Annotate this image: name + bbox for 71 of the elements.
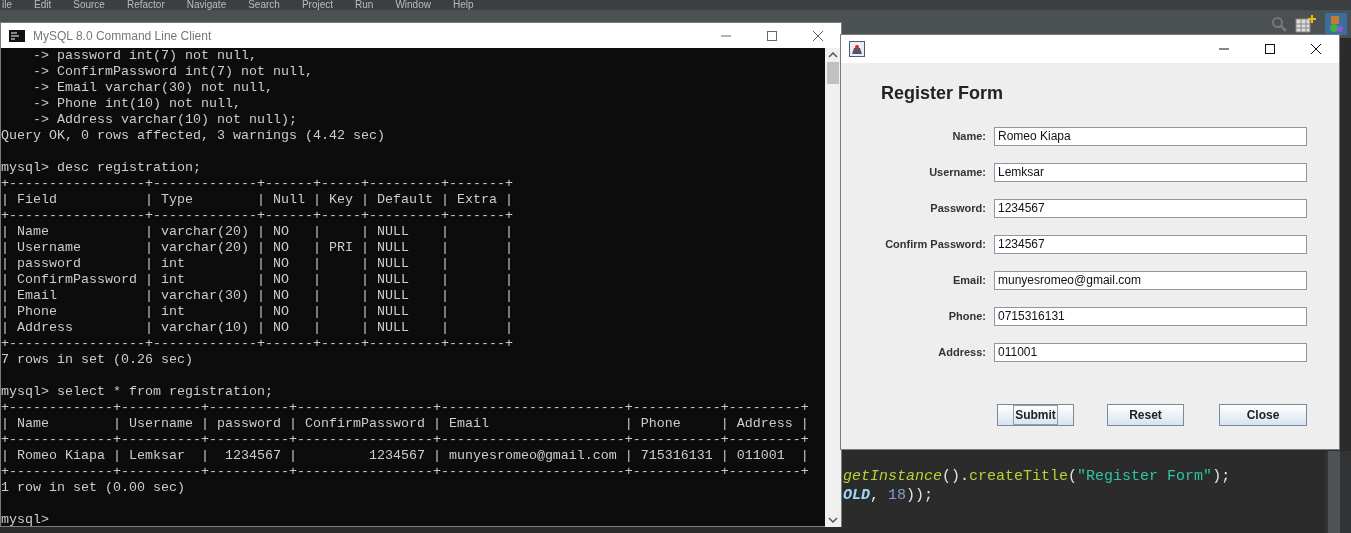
- menu-item[interactable]: Search: [248, 0, 280, 10]
- terminal-line: | password | int | NO | | NULL | |: [1, 256, 514, 272]
- terminal-line: 1 row in set (0.00 sec): [1, 480, 186, 496]
- terminal-line: 7 rows in set (0.26 sec): [1, 352, 194, 368]
- terminal-line: | Field | Type | Null | Key | Default | Extra |: [1, 192, 514, 208]
- terminal-line: -> Address varchar(10) not null);: [32, 112, 298, 128]
- text-field[interactable]: Lemksar: [994, 163, 1307, 182]
- terminal-line: -> Phone int(10) not null,: [32, 96, 242, 112]
- table-icon[interactable]: [1295, 14, 1317, 34]
- scroll-down-icon[interactable]: [828, 517, 838, 523]
- search-icon[interactable]: [1271, 16, 1287, 32]
- terminal-line: +-------------+----------+----------+-----------------+-----------------------+-----------+---------+: [1, 432, 810, 448]
- terminal-line: +-----------------+-------------+------+-----+---------+-------+: [1, 208, 514, 224]
- field-label: Confirm Password:: [884, 237, 986, 253]
- scrollbar[interactable]: [825, 48, 841, 527]
- window-title: MySQL 8.0 Command Line Client: [33, 27, 212, 45]
- terminal-line: -> password int(7) not null,: [32, 48, 258, 64]
- terminal-line: +-----------------+-------------+------+-----+---------+-------+: [1, 176, 514, 192]
- field-label: Password:: [929, 201, 986, 217]
- terminal-line: | ConfirmPassword | int | NO | | NULL | |: [1, 272, 514, 288]
- menu-item[interactable]: ile: [2, 0, 12, 10]
- form-button[interactable]: Close: [1219, 404, 1307, 426]
- menu-item[interactable]: Navigate: [186, 0, 227, 10]
- field-label: Address:: [937, 345, 986, 361]
- plugin-icon[interactable]: [1325, 13, 1347, 35]
- terminal-line: -> ConfirmPassword int(7) not null,: [32, 64, 314, 80]
- editor-scrollbar[interactable]: [1325, 451, 1351, 533]
- terminal-line: | Romeo Kiapa | Lemksar | 1234567 | 1234567 | munyesromeo@gmail.com | 715316131 | 011001 |: [1, 448, 810, 464]
- form-heading: Register Form: [881, 82, 1004, 104]
- text-field[interactable]: Romeo Kiapa: [994, 127, 1307, 146]
- terminal-line: mysql> select * from registration;: [1, 384, 274, 400]
- field-label: Name:: [951, 129, 986, 145]
- menu-item[interactable]: Refactor: [126, 0, 165, 10]
- field-label: Phone:: [947, 309, 986, 325]
- terminal-line: | Username | varchar(20) | NO | PRI | NULL | |: [1, 240, 514, 256]
- terminal-line: | Name | Username | password | ConfirmPassword | Email | Phone | Address |: [1, 416, 810, 432]
- terminal-line: +-------------+----------+----------+-----------------+-----------------------+-----------+---------+: [1, 400, 810, 416]
- text-field[interactable]: 0715316131: [994, 307, 1307, 326]
- terminal-line: | Address | varchar(10) | NO | | NULL | |: [1, 320, 514, 336]
- code-line: OLD, 18));: [843, 486, 935, 505]
- code-line: getInstance().createTitle("Register Form");: [843, 467, 1231, 486]
- terminal-line: +-----------------+-------------+------+-----+---------+-------+: [1, 336, 514, 352]
- terminal-line: | Email | varchar(30) | NO | | NULL | |: [1, 288, 514, 304]
- terminal-line: mysql> desc registration;: [1, 160, 202, 176]
- text-field[interactable]: 1234567: [994, 199, 1307, 218]
- terminal-line: -> Email varchar(30) not null,: [32, 80, 274, 96]
- scroll-up-icon[interactable]: [828, 52, 838, 58]
- menu-item[interactable]: Help: [452, 0, 474, 10]
- form-button[interactable]: Reset: [1107, 404, 1184, 426]
- terminal-line: +-------------+----------+----------+-----------------+-----------------------+-----------+---------+: [1, 464, 810, 480]
- text-field[interactable]: 1234567: [994, 235, 1307, 254]
- maximize-icon[interactable]: [1265, 44, 1275, 54]
- field-label: Email:: [952, 273, 986, 289]
- text-field[interactable]: 011001: [994, 343, 1307, 362]
- menu-item[interactable]: Window: [395, 0, 431, 10]
- terminal-line: | Name | varchar(20) | NO | | NULL | |: [1, 224, 514, 240]
- terminal-line: mysql>: [1, 512, 50, 528]
- menu-item[interactable]: Project: [301, 0, 333, 10]
- scroll-thumb[interactable]: [827, 62, 839, 84]
- terminal-line: Query OK, 0 rows affected, 3 warnings (4.42 sec): [1, 128, 386, 144]
- scroll-thumb[interactable]: [1328, 451, 1340, 533]
- terminal-line: | Phone | int | NO | | NULL | |: [1, 304, 514, 320]
- menu-item[interactable]: Run: [355, 0, 374, 10]
- console-icon: [9, 29, 25, 42]
- menu-item[interactable]: Source: [73, 0, 105, 10]
- field-label: Username:: [928, 165, 986, 181]
- java-cup-icon: [849, 41, 865, 57]
- text-field[interactable]: munyesromeo@gmail.com: [994, 271, 1307, 290]
- menu-item[interactable]: Edit: [34, 0, 52, 10]
- close-icon[interactable]: [1311, 44, 1321, 54]
- form-button[interactable]: Submit: [997, 404, 1074, 426]
